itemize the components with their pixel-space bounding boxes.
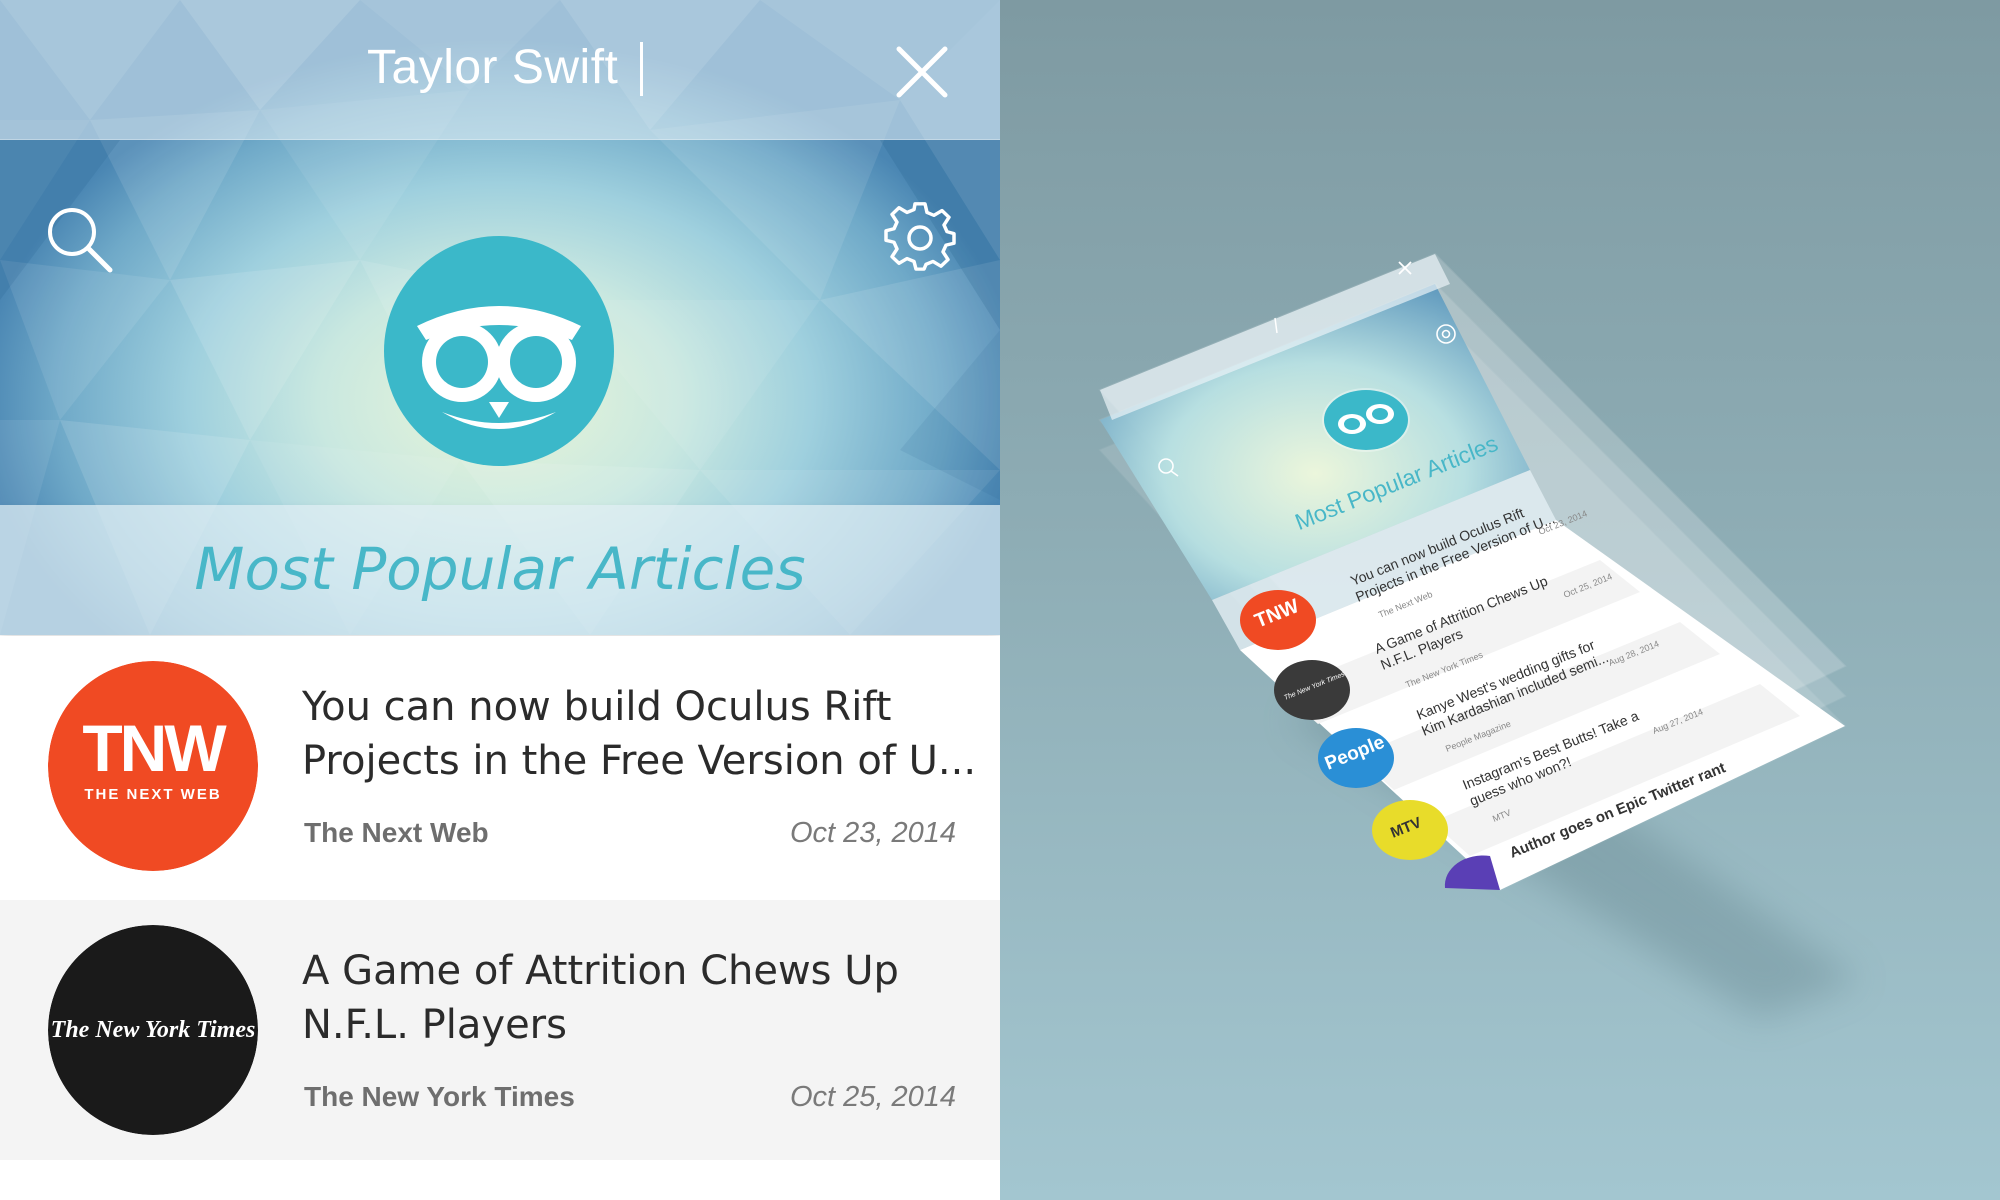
close-button[interactable] (895, 45, 949, 99)
gear-icon (884, 202, 956, 271)
article-title: A Game of Attrition Chews Up N.F.L. Play… (302, 948, 899, 1048)
settings-button[interactable] (884, 202, 956, 274)
mockup-row-logo: The New York Times (1274, 660, 1350, 720)
mockup-row-logo: MTV (1372, 800, 1448, 860)
text-caret (640, 42, 643, 96)
article-title: You can now build Oculus Rift Projects i… (302, 684, 977, 784)
mockup-owl-logo (1322, 388, 1410, 452)
svg-text:TNW: TNW (82, 711, 227, 785)
owl-logo (382, 234, 616, 468)
nyt-logo: The New York Times (48, 925, 258, 1135)
section-title: Most Popular Articles (194, 535, 806, 603)
search-icon (48, 208, 113, 273)
section-header: Most Popular Articles (0, 505, 1000, 635)
search-button[interactable] (44, 204, 116, 276)
article-item[interactable]: The New York Times A Game of Attrition C… (0, 900, 1000, 1160)
mockup-row-logo: People (1318, 728, 1394, 788)
tnw-logo: TNW THE NEXT WEB (48, 661, 258, 871)
perspective-mockup: Most Popular Articles TNW The New York T… (1000, 0, 2000, 1200)
hero-header (0, 140, 1000, 505)
svg-text:THE NEXT WEB: THE NEXT WEB (84, 786, 221, 803)
mockup-row-logo: TNW (1240, 590, 1316, 650)
article-source: The New York Times (304, 1081, 575, 1112)
owl-logo-icon (384, 236, 614, 466)
article-date: Oct 25, 2014 (789, 1081, 956, 1113)
search-query-text[interactable]: Taylor Swift (367, 40, 618, 95)
close-icon (896, 46, 948, 98)
svg-text:The New York Times: The New York Times (51, 1017, 256, 1043)
article-item[interactable]: TNW THE NEXT WEB You can now build Oculu… (0, 636, 1000, 896)
article-source: The Next Web (304, 817, 489, 848)
app-screen: Taylor Swift Most Popular Articles TNW T… (0, 0, 1000, 1200)
article-date: Oct 23, 2014 (789, 817, 956, 849)
search-bar[interactable]: Taylor Swift (0, 0, 1000, 140)
